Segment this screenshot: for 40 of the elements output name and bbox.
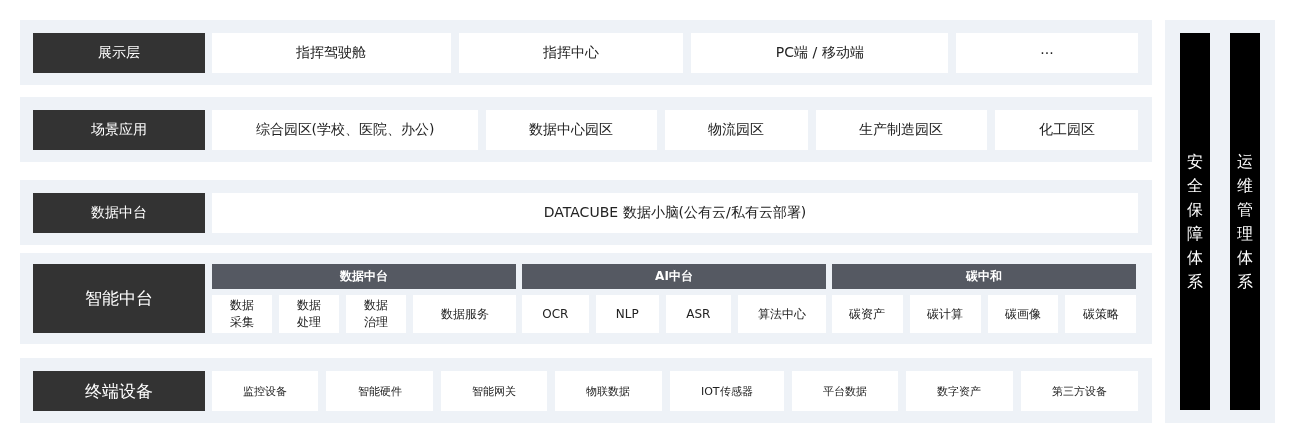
module-item: 指挥驾驶舱 [212,33,451,73]
system-label: 安全保障体系 [1187,150,1203,293]
layer-label: 终端设备 [33,371,205,411]
module-item: 化工园区 [995,110,1138,150]
layer-label: 数据中台 [33,193,205,233]
module-item: 指挥中心 [458,33,684,73]
module-item: OCR [522,295,589,333]
module-item: ASR [665,295,731,333]
module-item: IOT传感器 [669,371,784,411]
module-item: 生产制造园区 [816,110,987,150]
module-item: 数据处理 [279,295,339,333]
module-item: 智能硬件 [326,371,433,411]
module-item: 数据中心园区 [485,110,657,150]
module-item: 碳画像 [987,295,1059,333]
layer-label: 展示层 [33,33,205,73]
module-item: 物流园区 [664,110,808,150]
module-item: 碳资产 [832,295,903,333]
module-item: 平台数据 [791,371,899,411]
system-label: 运维管理体系 [1237,150,1253,293]
module-item: 数据治理 [346,295,406,333]
module-item: 数据服务 [413,295,516,333]
module-item: ··· [955,33,1138,73]
module-item: 监控设备 [212,371,319,411]
module-item: 第三方设备 [1020,371,1138,411]
layer-label: 智能中台 [33,264,205,333]
layer-label: 场景应用 [33,110,205,150]
module-item: NLP [595,295,659,333]
module-item: 碳策略 [1065,295,1136,333]
module-item: DATACUBE 数据小脑(公有云/私有云部署) [212,193,1138,233]
module-item: 数字资产 [906,371,1013,411]
module-item: 物联数据 [555,371,662,411]
module-item: 智能网关 [440,371,548,411]
group-header: AI中台 [522,264,826,289]
group-header: 数据中台 [212,264,516,289]
module-item: 算法中心 [737,295,826,333]
module-item: PC端 / 移动端 [691,33,948,73]
module-item: 数据采集 [212,295,272,333]
group-header: 碳中和 [832,264,1136,289]
module-item: 综合园区(学校、医院、办公) [212,110,478,150]
module-item: 碳计算 [909,295,981,333]
